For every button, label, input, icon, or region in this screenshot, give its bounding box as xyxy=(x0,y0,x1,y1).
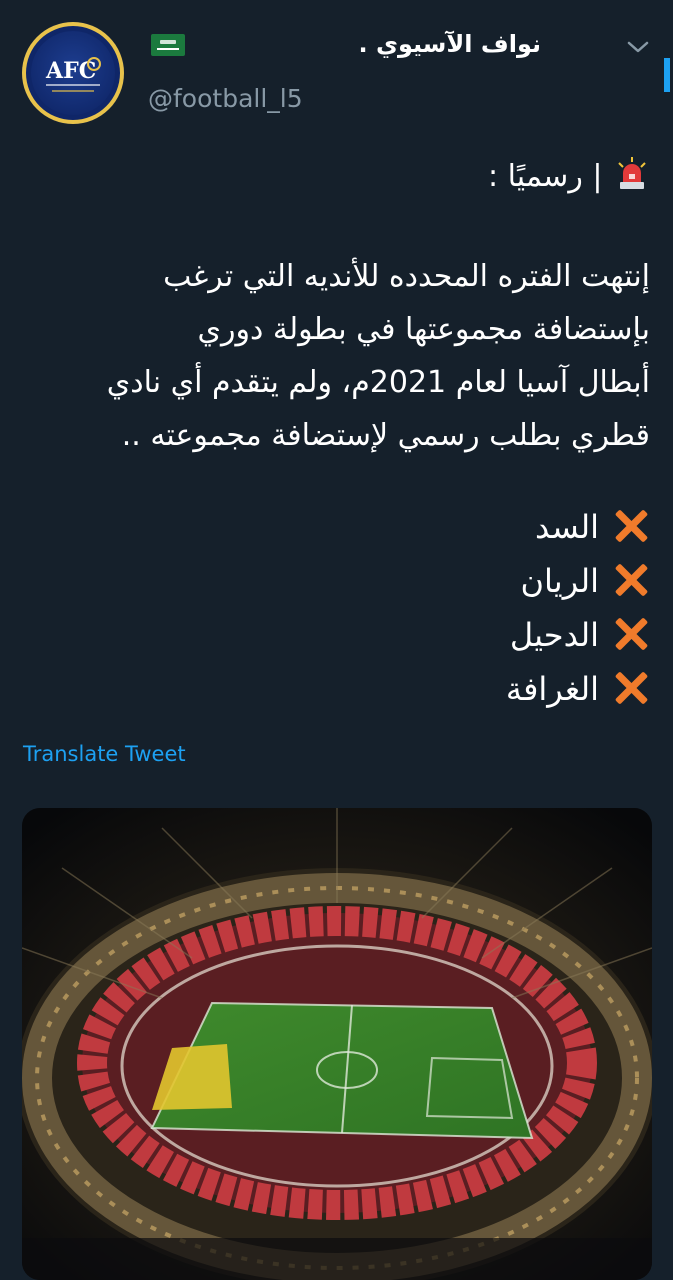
cross-mark-icon xyxy=(613,508,649,544)
cross-mark-icon xyxy=(613,562,649,598)
tweet-body-line: إنتهت الفتره المحدده للأنديه التي ترغب xyxy=(163,259,650,294)
tweet-media-image[interactable] xyxy=(22,808,652,1280)
scroll-indicator xyxy=(664,58,670,92)
translate-tweet-link[interactable]: Translate Tweet xyxy=(23,742,186,766)
tweet-header-line: | رسميًا : xyxy=(488,150,650,203)
tweet-body-line: بإستضافة مجموعتها في بطولة دوري xyxy=(197,312,650,347)
afc-logo-icon: AFC xyxy=(45,57,101,92)
list-item: الريان xyxy=(521,562,649,616)
list-item: السد xyxy=(535,508,649,562)
rotating-light-icon xyxy=(618,157,646,189)
chevron-down-icon[interactable] xyxy=(626,38,650,56)
tweet-body-line: قطري بطلب رسمي لإستضافة مجموعته .. xyxy=(121,418,650,453)
club-name: الدحيل xyxy=(509,616,599,654)
avatar[interactable]: AFC xyxy=(22,22,124,124)
display-name[interactable]: نواف الآسيوي . xyxy=(358,30,541,58)
cross-mark-icon xyxy=(613,616,649,652)
club-name: الريان xyxy=(520,562,599,600)
club-name: السد xyxy=(535,508,599,546)
user-handle[interactable]: @football_l5 xyxy=(148,84,303,113)
cross-mark-icon xyxy=(613,670,649,706)
saudi-flag-icon xyxy=(151,34,185,56)
list-item: الدحيل xyxy=(510,616,649,670)
tweet-header-text: | رسميًا : xyxy=(488,159,603,194)
list-item: الغرافة xyxy=(506,670,649,724)
tweet-body-line: أبطال آسيا لعام 2021م، ولم يتقدم أي نادي xyxy=(106,365,650,400)
club-name: الغرافة xyxy=(505,670,599,708)
stadium-image xyxy=(22,808,652,1280)
